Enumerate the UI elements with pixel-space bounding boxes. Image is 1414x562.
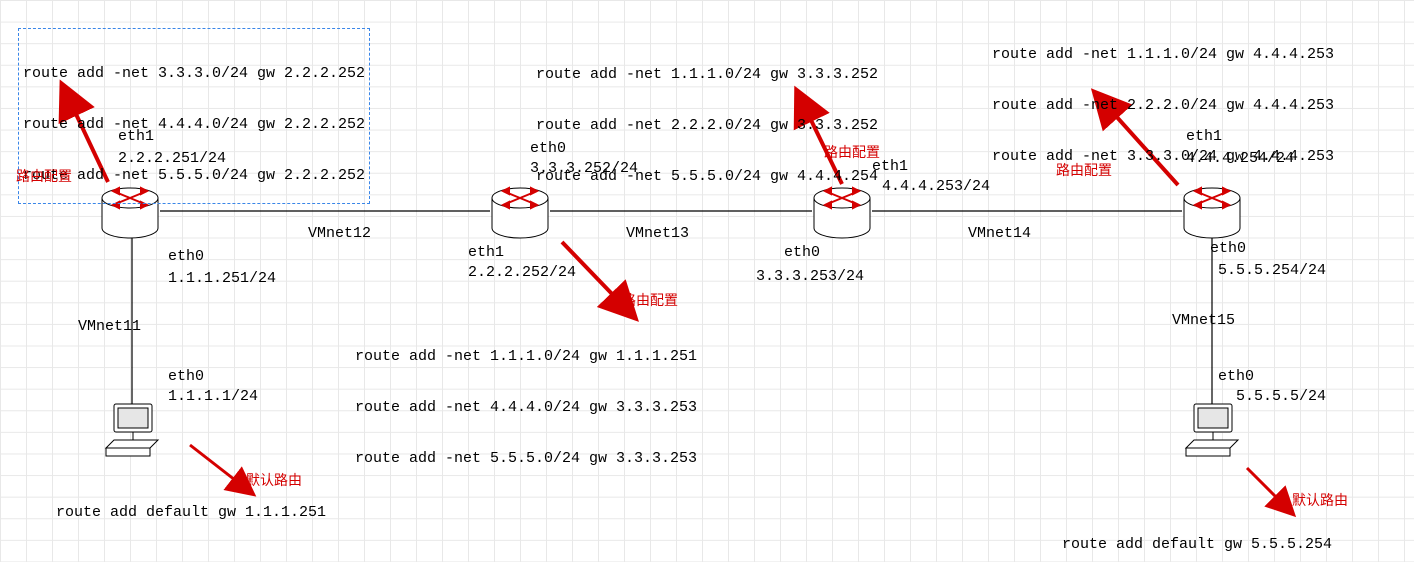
ip-label: 2.2.2.251/24 bbox=[118, 150, 226, 167]
default-route-cmd: route add default gw 5.5.5.254 bbox=[1062, 536, 1332, 553]
router-icon bbox=[1182, 184, 1242, 240]
iface-label: eth0 bbox=[1210, 240, 1246, 257]
ip-label: 2.2.2.252/24 bbox=[468, 264, 576, 281]
route-cfg-label: 路由配置 bbox=[1056, 160, 1112, 180]
iface-label: eth0 bbox=[1218, 368, 1254, 385]
ip-label: 1.1.1.1/24 bbox=[168, 388, 258, 405]
link-label: VMnet15 bbox=[1172, 312, 1235, 329]
iface-label: eth1 bbox=[118, 128, 154, 145]
route-line: route add -net 2.2.2.0/24 gw 3.3.3.252 bbox=[536, 117, 878, 134]
ip-label: 4.4.4.254/24 bbox=[1186, 150, 1294, 167]
iface-label: eth0 bbox=[784, 244, 820, 261]
iface-label: eth0 bbox=[168, 368, 204, 385]
route-cfg-label: 路由配置 bbox=[622, 290, 678, 310]
route-line: route add -net 4.4.4.0/24 gw 2.2.2.252 bbox=[23, 116, 365, 133]
ip-label: 4.4.4.253/24 bbox=[882, 178, 990, 195]
ip-label: 3.3.3.252/24 bbox=[530, 160, 638, 177]
iface-label: eth0 bbox=[168, 248, 204, 265]
route-line: route add -net 1.1.1.0/24 gw 1.1.1.251 bbox=[355, 348, 697, 365]
route-cfg-label: 路由配置 bbox=[824, 142, 880, 162]
route-line: route add -net 1.1.1.0/24 gw 3.3.3.252 bbox=[536, 66, 878, 83]
link-label: VMnet13 bbox=[626, 225, 689, 242]
iface-label: eth1 bbox=[468, 244, 504, 261]
route-cfg-r2: route add -net 1.1.1.0/24 gw 1.1.1.251 r… bbox=[355, 314, 697, 484]
ip-label: 5.5.5.254/24 bbox=[1218, 262, 1326, 279]
iface-label: eth0 bbox=[530, 140, 566, 157]
ip-label: 3.3.3.253/24 bbox=[756, 268, 864, 285]
default-route-label: 默认路由 bbox=[246, 470, 302, 490]
ip-label: 1.1.1.251/24 bbox=[168, 270, 276, 287]
link-label: VMnet12 bbox=[308, 225, 371, 242]
route-line: route add -net 4.4.4.0/24 gw 3.3.3.253 bbox=[355, 399, 697, 416]
route-line: route add -net 1.1.1.0/24 gw 4.4.4.253 bbox=[992, 46, 1334, 63]
host-icon bbox=[100, 400, 164, 464]
ip-label: 5.5.5.5/24 bbox=[1236, 388, 1326, 405]
host-icon bbox=[1180, 400, 1244, 464]
link-label: VMnet14 bbox=[968, 225, 1031, 242]
default-route-label: 默认路由 bbox=[1292, 490, 1348, 510]
link-label: VMnet11 bbox=[78, 318, 141, 335]
iface-label: eth1 bbox=[1186, 128, 1222, 145]
route-line: route add -net 3.3.3.0/24 gw 2.2.2.252 bbox=[23, 65, 365, 82]
route-line: route add -net 2.2.2.0/24 gw 4.4.4.253 bbox=[992, 97, 1334, 114]
default-route-cmd: route add default gw 1.1.1.251 bbox=[56, 504, 326, 521]
route-cfg-label: 路由配置 bbox=[16, 166, 72, 186]
route-line: route add -net 5.5.5.0/24 gw 2.2.2.252 bbox=[23, 167, 365, 184]
route-line: route add -net 5.5.5.0/24 gw 3.3.3.253 bbox=[355, 450, 697, 467]
